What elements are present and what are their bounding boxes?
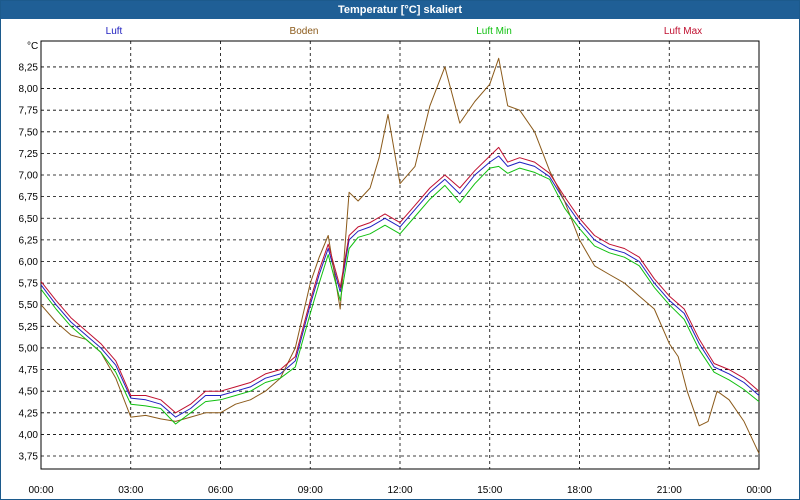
chart-area: 3,75 4,00 4,25 4,50 4,75 5,00 5,25 5,50 5,75 6,00… — [19, 26, 772, 496]
y-tick-label: 5,00 — [19, 343, 39, 354]
legend-entry: Luft Min — [476, 26, 512, 37]
x-tick-time: 15:00 — [477, 485, 502, 496]
x-tick-time: 03:00 — [118, 485, 143, 496]
window-title: Temperatur [°C] skaliert — [1, 1, 799, 19]
y-tick-label: 6,25 — [19, 235, 39, 246]
y-tick-label: 3,75 — [19, 452, 39, 463]
y-tick-label: 4,50 — [19, 387, 39, 398]
legend: Luft Boden Luft Min Luft Max — [106, 26, 703, 37]
legend-entry: Luft Max — [664, 26, 702, 37]
y-axis-ticks: 3,75 4,00 4,25 4,50 4,75 5,00 5,25 5,50 5,75 6,00… — [19, 62, 39, 462]
x-tick-time: 12:00 — [387, 485, 412, 496]
x-tick-time: 00:00 — [28, 485, 53, 496]
y-tick-label: 4,75 — [19, 365, 39, 376]
y-tick-label: 5,75 — [19, 279, 39, 290]
y-tick-label: 8,25 — [19, 62, 39, 73]
y-tick-label: 7,75 — [19, 106, 39, 117]
y-tick-label: 5,50 — [19, 300, 39, 311]
x-tick-time: 09:00 — [298, 485, 323, 496]
series-lines — [40, 57, 760, 454]
x-tick-time: 00:00 — [746, 485, 771, 496]
series-line-boden — [40, 57, 760, 454]
grid-lines — [41, 41, 759, 469]
y-tick-label: 4,25 — [19, 408, 39, 419]
x-axis-ticks: 00:0021.03.2103:0021.03.2106:0021.03.210… — [28, 485, 771, 496]
x-tick-time: 06:00 — [208, 485, 233, 496]
y-tick-label: 6,00 — [19, 257, 39, 268]
y-tick-label: 7,00 — [19, 171, 39, 182]
x-tick-time: 18:00 — [567, 485, 592, 496]
y-tick-label: 7,50 — [19, 127, 39, 138]
y-tick-label: 6,50 — [19, 214, 39, 225]
y-tick-label: 5,25 — [19, 322, 39, 333]
y-tick-label: 8,00 — [19, 84, 39, 95]
chart-window: Temperatur [°C] skaliert 3,75 4,00 4,25 4,5… — [0, 0, 800, 500]
y-tick-label: 7,25 — [19, 149, 39, 160]
plot-frame — [40, 40, 760, 470]
y-unit-label: °C — [27, 41, 38, 52]
y-tick-label: 6,75 — [19, 192, 39, 203]
y-tick-label: 4,00 — [19, 430, 39, 441]
legend-entry: Boden — [290, 26, 319, 37]
legend-entry: Luft — [106, 26, 123, 37]
x-tick-time: 21:00 — [657, 485, 682, 496]
